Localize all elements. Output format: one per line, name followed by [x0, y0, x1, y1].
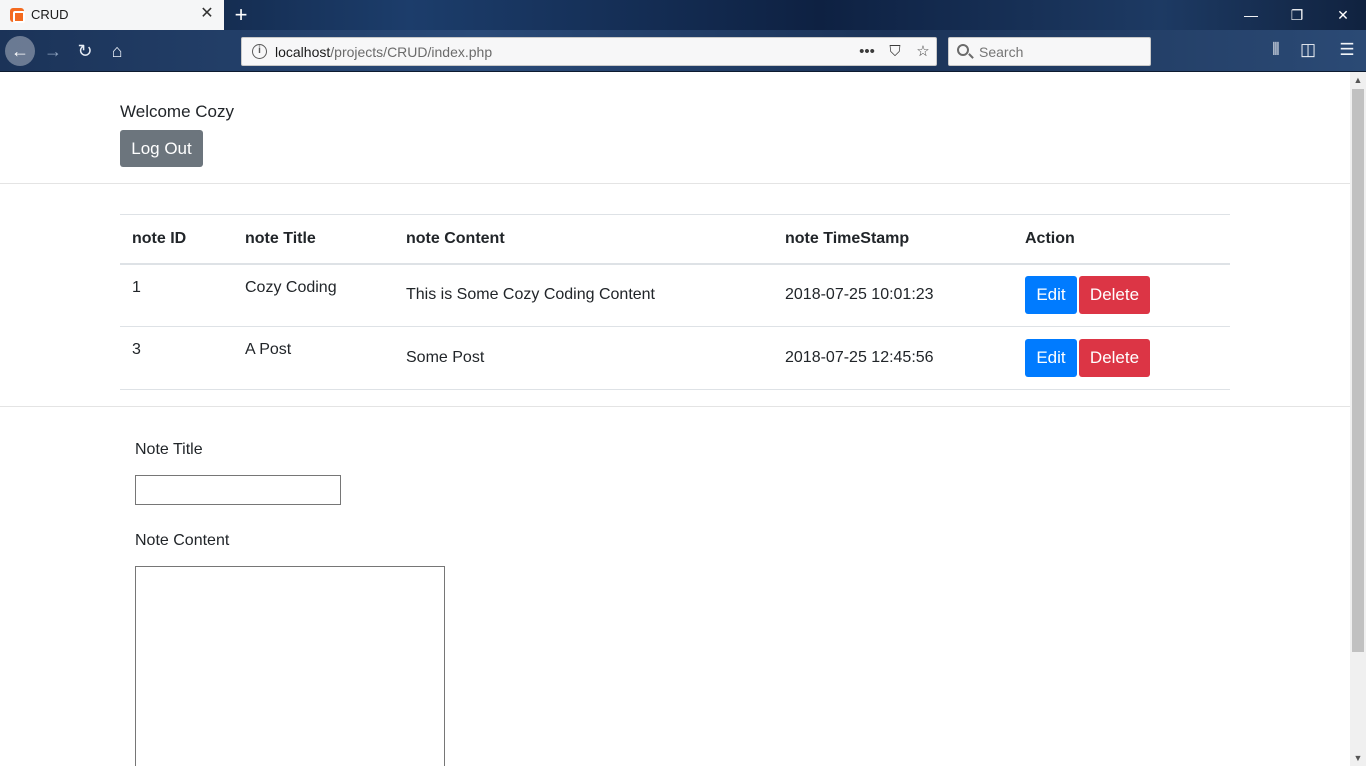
column-header-content: note Content: [394, 214, 773, 265]
bookmark-star-icon[interactable]: ☆: [913, 42, 933, 62]
back-icon[interactable]: ←: [5, 36, 35, 66]
logout-button[interactable]: Log Out: [120, 130, 203, 167]
table-row: 3 A Post Some Post 2018-07-25 12:45:56 E…: [120, 326, 1230, 390]
vertical-scrollbar[interactable]: ▲ ▼: [1350, 72, 1366, 766]
page-actions-icon[interactable]: •••: [857, 42, 877, 62]
url-host: localhost: [275, 44, 331, 60]
note-title-input[interactable]: [135, 475, 341, 505]
minimize-icon[interactable]: —: [1228, 0, 1274, 30]
close-tab-icon[interactable]: ✕: [198, 5, 216, 23]
scroll-down-icon[interactable]: ▼: [1350, 750, 1366, 766]
restore-icon[interactable]: ❐: [1274, 0, 1320, 30]
cell-note-title: A Post: [233, 326, 394, 390]
pocket-icon[interactable]: ⛉: [885, 42, 905, 62]
url-text[interactable]: localhost/projects/CRUD/index.php: [275, 44, 492, 60]
browser-navbar: ← → ↻ ⌂ i localhost/projects/CRUD/index.…: [0, 30, 1366, 72]
home-icon[interactable]: ⌂: [102, 36, 132, 66]
url-path: /projects/CRUD/index.php: [330, 44, 493, 60]
note-content-label: Note Content: [135, 532, 230, 549]
search-icon: [957, 44, 969, 56]
edit-button[interactable]: Edit: [1025, 339, 1077, 377]
url-bar[interactable]: i localhost/projects/CRUD/index.php ••• …: [241, 37, 937, 66]
scroll-up-icon[interactable]: ▲: [1350, 72, 1366, 88]
delete-button[interactable]: Delete: [1079, 339, 1150, 377]
cell-note-timestamp: 2018-07-25 10:01:23: [773, 263, 1013, 327]
cell-note-id: 3: [120, 326, 233, 390]
tab-title: CRUD: [31, 7, 69, 22]
edit-button[interactable]: Edit: [1025, 276, 1077, 315]
column-header-timestamp: note TimeStamp: [773, 214, 1013, 265]
cell-note-id: 1: [120, 263, 233, 327]
column-header-id: note ID: [120, 214, 233, 265]
site-info-icon[interactable]: i: [252, 44, 267, 59]
page-content: Welcome Cozy Log Out note ID note Title …: [0, 72, 1350, 766]
window-close-icon[interactable]: ✕: [1320, 0, 1366, 30]
cell-actions: Edit Delete: [1013, 326, 1230, 390]
table-header-row: note ID note Title note Content note Tim…: [120, 214, 1230, 265]
search-box[interactable]: [948, 37, 1151, 66]
welcome-text: Welcome Cozy: [120, 102, 234, 121]
forward-icon[interactable]: →: [38, 36, 68, 66]
table-row: 1 Cozy Coding This is Some Cozy Coding C…: [120, 263, 1230, 327]
column-header-action: Action: [1013, 214, 1230, 265]
cell-note-content: This is Some Cozy Coding Content: [394, 263, 773, 327]
cell-actions: Edit Delete: [1013, 263, 1230, 327]
library-icon[interactable]: ⫴: [1264, 38, 1288, 62]
cell-note-title: Cozy Coding: [233, 263, 394, 327]
note-content-textarea[interactable]: [135, 566, 445, 766]
browser-titlebar: CRUD ✕ + — ❐ ✕: [0, 0, 1366, 30]
search-input[interactable]: [977, 42, 1147, 62]
xampp-favicon-icon: [10, 8, 25, 23]
menu-icon[interactable]: ☰: [1335, 38, 1359, 62]
reload-icon[interactable]: ↻: [70, 36, 100, 66]
divider: [0, 406, 1350, 407]
column-header-title: note Title: [233, 214, 394, 265]
delete-button[interactable]: Delete: [1079, 276, 1150, 315]
notes-table: note ID note Title note Content note Tim…: [120, 214, 1230, 390]
new-tab-icon[interactable]: +: [230, 3, 252, 27]
divider: [0, 183, 1350, 184]
cell-note-timestamp: 2018-07-25 12:45:56: [773, 326, 1013, 390]
note-title-label: Note Title: [135, 441, 203, 458]
tab-crud[interactable]: CRUD ✕: [0, 0, 224, 30]
sidebar-icon[interactable]: ◫: [1296, 38, 1320, 62]
scroll-thumb[interactable]: [1352, 89, 1364, 652]
cell-note-content: Some Post: [394, 326, 773, 390]
